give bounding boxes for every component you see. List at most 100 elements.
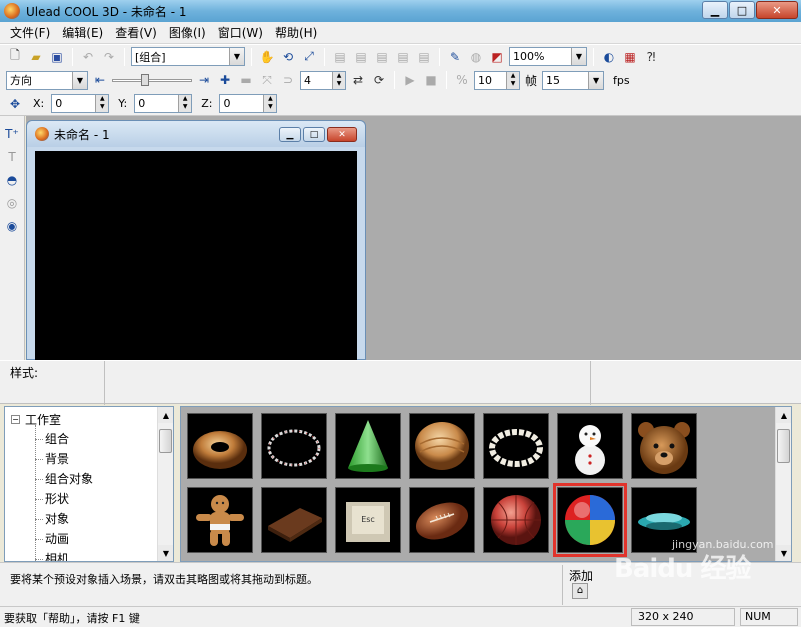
tree-item-camera[interactable]: 相机: [34, 549, 93, 561]
add-to-scene-icon[interactable]: ⌂: [572, 583, 588, 599]
scroll-down-icon[interactable]: ▼: [776, 545, 791, 561]
tree-item-shape[interactable]: 形状: [34, 489, 93, 509]
chart-icon[interactable]: ◩: [488, 48, 506, 66]
loop-icon[interactable]: ⇄: [349, 71, 367, 89]
collapse-icon[interactable]: −: [11, 415, 20, 424]
keyframe-icon-3[interactable]: ⤧: [258, 71, 276, 89]
timeline-slider[interactable]: [112, 73, 192, 87]
add-keyframe-icon[interactable]: ✚: [216, 71, 234, 89]
layout-icon-5[interactable]: ▤: [415, 48, 433, 66]
remove-keyframe-icon[interactable]: ▬: [237, 71, 255, 89]
menu-file[interactable]: 文件(F): [4, 24, 56, 41]
donut-thumb[interactable]: [187, 413, 253, 479]
tree-scrollbar[interactable]: ▲ ▼: [157, 407, 173, 561]
open-folder-icon[interactable]: ▰: [27, 48, 45, 66]
x-field[interactable]: 0 ▲ ▼: [51, 94, 110, 113]
spin-arrows-icon[interactable]: ▲ ▼: [263, 95, 277, 112]
spin-arrows-icon[interactable]: ▲ ▼: [332, 71, 345, 89]
tree-item-object[interactable]: 对象: [34, 509, 93, 529]
paint-icon[interactable]: ✎: [446, 48, 464, 66]
close-button[interactable]: ✕: [756, 1, 798, 19]
scroll-down-icon[interactable]: ▼: [158, 545, 173, 561]
chevron-down-icon: ▼: [571, 48, 586, 65]
layout-icon-2[interactable]: ▤: [352, 48, 370, 66]
hand-move-icon[interactable]: ✋: [258, 48, 276, 66]
render-canvas[interactable]: [35, 151, 357, 361]
layout-icon-4[interactable]: ▤: [394, 48, 412, 66]
timeline-thumb[interactable]: [140, 74, 149, 86]
esc-key-thumb[interactable]: Esc: [335, 487, 401, 553]
first-frame-icon[interactable]: ⇤: [91, 71, 109, 89]
layout-icon-1[interactable]: ▤: [331, 48, 349, 66]
rotate-icon[interactable]: ⟲: [279, 48, 297, 66]
pearl-necklace-thumb[interactable]: [483, 413, 549, 479]
new-file-icon[interactable]: 🗋: [6, 48, 24, 66]
document-maximize-button[interactable]: □: [303, 127, 325, 142]
cone-thumb[interactable]: [335, 413, 401, 479]
thumbnail-scrollbar[interactable]: ▲ ▼: [775, 407, 791, 561]
stop-icon[interactable]: ■: [422, 71, 440, 89]
scroll-up-icon[interactable]: ▲: [158, 407, 173, 423]
scroll-thumb[interactable]: [159, 429, 172, 453]
y-field[interactable]: 0 ▲ ▼: [134, 94, 193, 113]
chocolate-bar-thumb[interactable]: [261, 487, 327, 553]
scroll-thumb[interactable]: [777, 429, 790, 463]
spin-arrows-icon[interactable]: ▲ ▼: [95, 95, 109, 112]
keyframe-icon-4[interactable]: ⊃: [279, 71, 297, 89]
beach-ball-thumb[interactable]: [553, 483, 627, 557]
image-export-icon[interactable]: ▦: [621, 48, 639, 66]
menu-view[interactable]: 查看(V): [109, 24, 163, 41]
layout-icon-3[interactable]: ▤: [373, 48, 391, 66]
percent-icon[interactable]: %: [453, 71, 471, 89]
resize-icon[interactable]: ⤢: [300, 48, 318, 66]
group-select[interactable]: [组合] ▼: [131, 47, 245, 66]
tree-children: 组合 背景 组合对象 形状 对象 动画 相机: [34, 429, 93, 561]
play-icon[interactable]: ▶: [401, 71, 419, 89]
context-help-icon[interactable]: ⁈: [642, 48, 660, 66]
fps-select[interactable]: 15 ▼: [542, 70, 605, 90]
frame-number-field[interactable]: 4 ▲ ▼: [300, 70, 346, 90]
reverse-icon[interactable]: ⟳: [370, 71, 388, 89]
menu-image[interactable]: 图像(I): [163, 24, 212, 41]
minimize-button[interactable]: ▁: [702, 1, 728, 19]
z-field[interactable]: 0 ▲ ▼: [219, 94, 278, 113]
tree-item-animation[interactable]: 动画: [34, 529, 93, 549]
insert-graphic-icon[interactable]: ◓: [2, 170, 22, 190]
gingerbread-thumb[interactable]: [187, 487, 253, 553]
scroll-up-icon[interactable]: ▲: [776, 407, 791, 423]
spin-arrows-icon[interactable]: ▲ ▼: [506, 71, 519, 89]
document-title-bar[interactable]: 未命名 - 1 ▁ □ ✕: [27, 121, 365, 147]
edit-graphic-icon[interactable]: ◎: [2, 193, 22, 213]
menu-edit[interactable]: 编辑(E): [56, 24, 109, 41]
save-icon[interactable]: ▣: [48, 48, 66, 66]
svg-text:Esc: Esc: [361, 515, 375, 524]
redo-icon[interactable]: ↷: [100, 48, 118, 66]
globe-icon[interactable]: ◍: [467, 48, 485, 66]
frames-count-field[interactable]: 10 ▲ ▼: [474, 70, 520, 90]
bread-thumb[interactable]: [409, 413, 475, 479]
tree-root[interactable]: − 工作室: [11, 411, 61, 428]
mode-select[interactable]: 方向 ▼: [6, 70, 88, 90]
document-close-button[interactable]: ✕: [327, 127, 357, 142]
tree-item-group-object[interactable]: 组合对象: [34, 469, 93, 489]
browser-icon[interactable]: ◐: [600, 48, 618, 66]
bear-head-thumb[interactable]: [631, 413, 697, 479]
insert-text-icon[interactable]: T⁺: [2, 124, 22, 144]
tree-item-background[interactable]: 背景: [34, 449, 93, 469]
position-tool-icon[interactable]: ✥: [6, 95, 24, 113]
edit-text-icon[interactable]: T: [2, 147, 22, 167]
snowman-thumb[interactable]: [557, 413, 623, 479]
zoom-select[interactable]: 100% ▼: [509, 47, 587, 66]
basketball-thumb[interactable]: [483, 487, 549, 553]
last-frame-icon[interactable]: ⇥: [195, 71, 213, 89]
maximize-button[interactable]: □: [729, 1, 755, 19]
insert-geometry-icon[interactable]: ◉: [2, 216, 22, 236]
undo-icon[interactable]: ↶: [79, 48, 97, 66]
document-minimize-button[interactable]: ▁: [279, 127, 301, 142]
spin-arrows-icon[interactable]: ▲ ▼: [178, 95, 192, 112]
menu-window[interactable]: 窗口(W): [212, 24, 269, 41]
football-thumb[interactable]: [409, 487, 475, 553]
tree-item-group[interactable]: 组合: [34, 429, 93, 449]
menu-help[interactable]: 帮助(H): [269, 24, 323, 41]
ring-thumb[interactable]: [261, 413, 327, 479]
